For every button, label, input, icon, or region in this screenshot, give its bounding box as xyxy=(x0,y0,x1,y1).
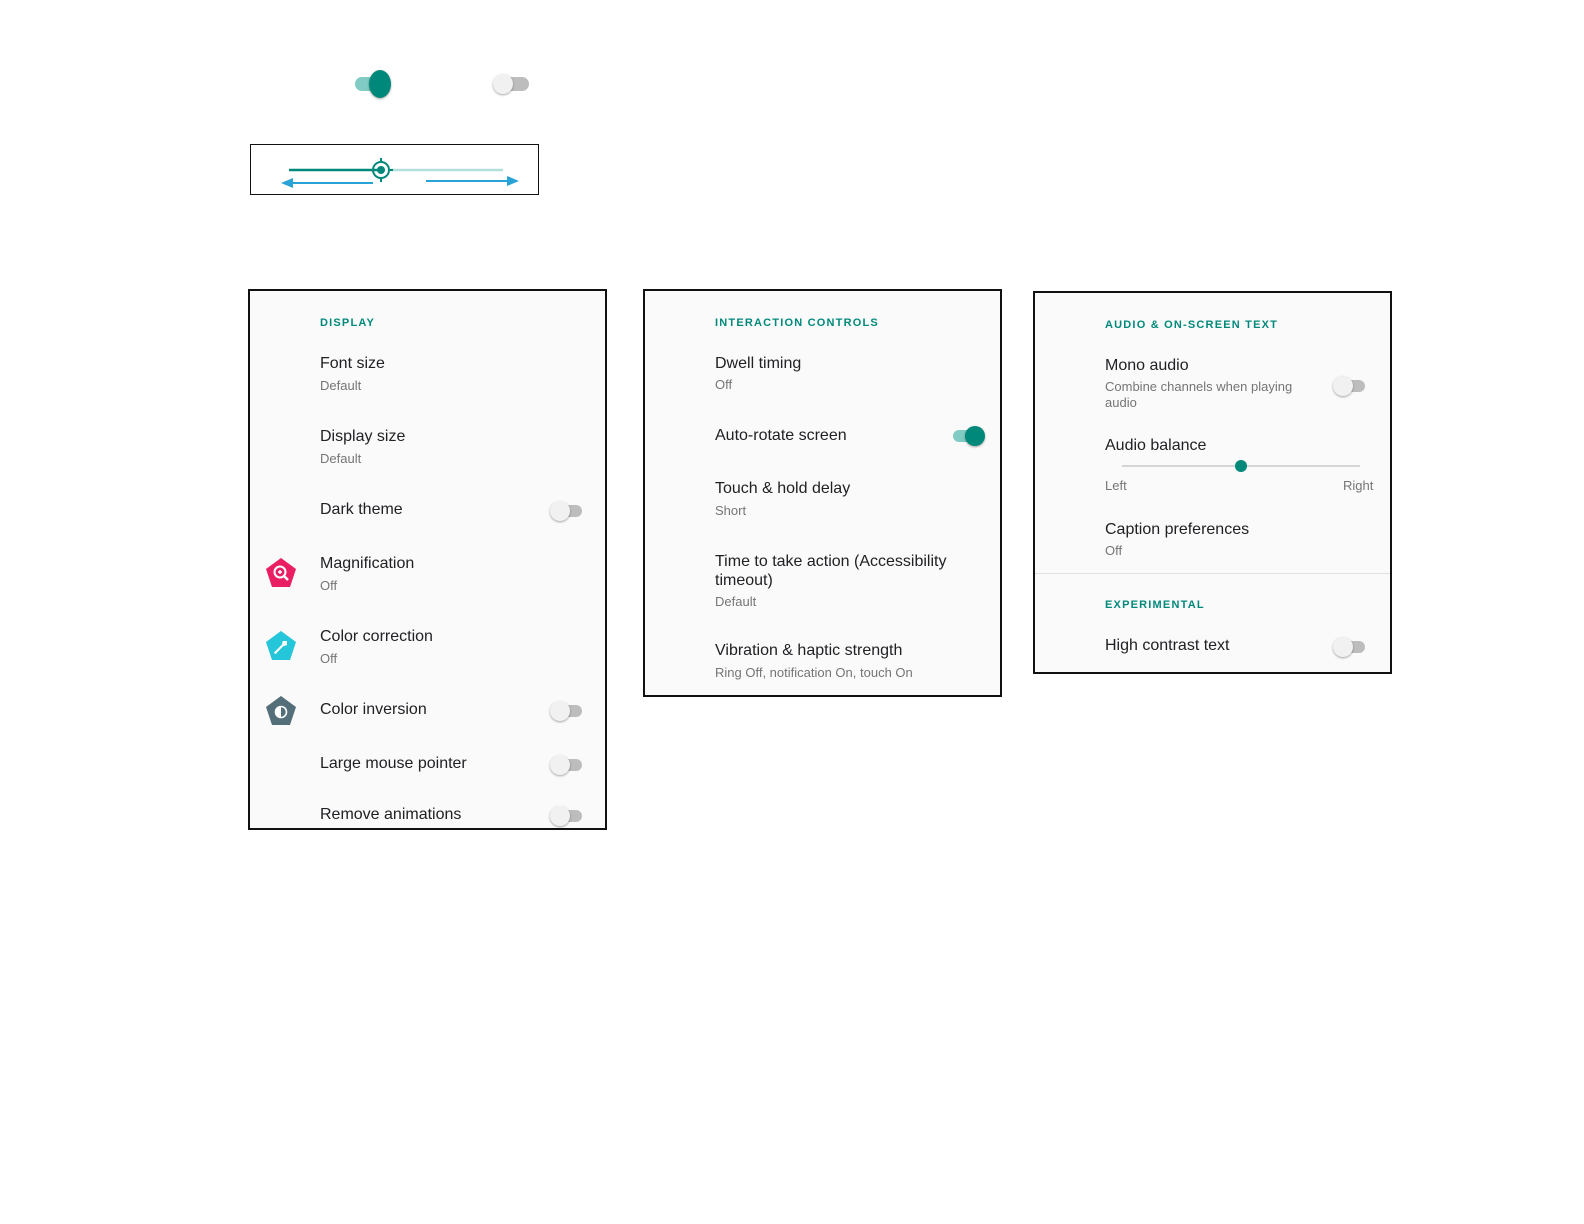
setting-title: Color correction xyxy=(320,628,433,645)
switch-thumb xyxy=(550,755,570,775)
setting-dark-theme[interactable]: Dark theme xyxy=(250,493,605,533)
brightness-slider-icon xyxy=(281,158,519,188)
setting-remove-animations[interactable]: Remove animations xyxy=(250,798,605,828)
setting-title: Display size xyxy=(320,428,406,445)
high-contrast-text-switch[interactable] xyxy=(1333,635,1367,659)
audio-balance-left-label: Left xyxy=(1105,478,1127,493)
setting-audio-balance: Audio balance Left Right xyxy=(1035,431,1390,497)
audio-onscreen-text-panel: AUDIO & ON-SCREEN TEXT Mono audio Combin… xyxy=(1033,291,1392,674)
section-divider xyxy=(1035,573,1390,574)
switch-thumb xyxy=(550,701,570,721)
setting-title: Font size xyxy=(320,355,385,372)
setting-summary: Off xyxy=(320,651,338,666)
setting-dwell-timing[interactable]: Dwell timing Off xyxy=(645,347,1000,405)
setting-color-inversion[interactable]: Color inversion xyxy=(250,693,605,733)
setting-title: Vibration & haptic strength xyxy=(715,642,903,659)
setting-mono-audio[interactable]: Mono audio Combine channels when playing… xyxy=(1035,349,1390,419)
switch-thumb xyxy=(1333,637,1353,657)
setting-title: Audio balance xyxy=(1105,437,1207,454)
toggle-on-example[interactable] xyxy=(355,70,393,98)
setting-high-contrast-text[interactable]: High contrast text xyxy=(1035,631,1390,671)
setting-touch-hold-delay[interactable]: Touch & hold delay Short xyxy=(645,472,1000,530)
setting-summary: Off xyxy=(320,578,338,593)
setting-title: Remove animations xyxy=(320,806,462,823)
setting-font-size[interactable]: Font size Default xyxy=(250,347,605,407)
setting-auto-rotate-screen[interactable]: Auto-rotate screen xyxy=(645,419,1000,459)
dark-theme-switch[interactable] xyxy=(550,499,584,523)
setting-magnification[interactable]: Magnification Off xyxy=(250,547,605,607)
setting-title: Dark theme xyxy=(320,501,403,518)
setting-title: Time to take action (Accessibility timeo… xyxy=(715,553,947,589)
setting-color-correction[interactable]: Color correction Off xyxy=(250,620,605,680)
setting-summary: Default xyxy=(715,594,757,609)
setting-title: Magnification xyxy=(320,555,415,572)
switch-thumb xyxy=(1333,376,1353,396)
toggle-thumb xyxy=(369,70,391,98)
color-inversion-icon xyxy=(266,696,296,725)
brightness-slider-example xyxy=(250,144,539,195)
large-mouse-pointer-switch[interactable] xyxy=(550,753,584,777)
toggle-off-example[interactable] xyxy=(493,70,533,98)
setting-summary: Off xyxy=(715,377,733,392)
switch-thumb xyxy=(550,806,570,826)
section-header-interaction-controls: INTERACTION CONTROLS xyxy=(715,317,879,329)
setting-title: Auto-rotate screen xyxy=(715,427,847,444)
setting-title: Touch & hold delay xyxy=(715,480,851,497)
toggle-thumb xyxy=(493,74,513,94)
audio-balance-right-label: Right xyxy=(1343,478,1374,493)
switch-thumb xyxy=(965,426,985,446)
setting-time-to-take-action[interactable]: Time to take action (Accessibility timeo… xyxy=(645,544,1000,624)
setting-title: Mono audio xyxy=(1105,357,1189,374)
setting-summary: Short xyxy=(715,503,747,518)
mono-audio-switch[interactable] xyxy=(1333,374,1367,398)
setting-summary: Ring Off, notification On, touch On xyxy=(715,665,913,680)
setting-title: Color inversion xyxy=(320,701,427,718)
magnification-icon xyxy=(266,558,296,587)
setting-display-size[interactable]: Display size Default xyxy=(250,420,605,480)
setting-summary: Default xyxy=(320,451,362,466)
audio-balance-thumb[interactable] xyxy=(1235,460,1247,472)
color-correction-icon xyxy=(266,631,296,660)
setting-title: Dwell timing xyxy=(715,355,802,372)
remove-animations-switch[interactable] xyxy=(550,804,584,828)
switch-thumb xyxy=(550,501,570,521)
setting-title: Large mouse pointer xyxy=(320,755,467,772)
setting-summary: Default xyxy=(320,378,362,393)
auto-rotate-switch[interactable] xyxy=(951,424,985,448)
section-header-experimental: EXPERIMENTAL xyxy=(1105,599,1205,611)
color-inversion-switch[interactable] xyxy=(550,699,584,723)
setting-caption-preferences[interactable]: Caption preferences Off xyxy=(1035,513,1390,571)
setting-summary: Combine channels when playing audio xyxy=(1105,379,1293,410)
setting-title: Caption preferences xyxy=(1105,521,1250,538)
setting-summary: Off xyxy=(1105,543,1123,558)
setting-large-mouse-pointer[interactable]: Large mouse pointer xyxy=(250,747,605,787)
section-header-display: DISPLAY xyxy=(320,317,376,329)
display-panel: DISPLAY Font size Default Display size D… xyxy=(248,289,607,830)
setting-title: High contrast text xyxy=(1105,637,1230,654)
section-header-audio-onscreen-text: AUDIO & ON-SCREEN TEXT xyxy=(1105,319,1279,331)
interaction-controls-panel: INTERACTION CONTROLS Dwell timing Off Au… xyxy=(643,289,1002,697)
setting-vibration-haptic-strength[interactable]: Vibration & haptic strength Ring Off, no… xyxy=(645,634,1000,692)
